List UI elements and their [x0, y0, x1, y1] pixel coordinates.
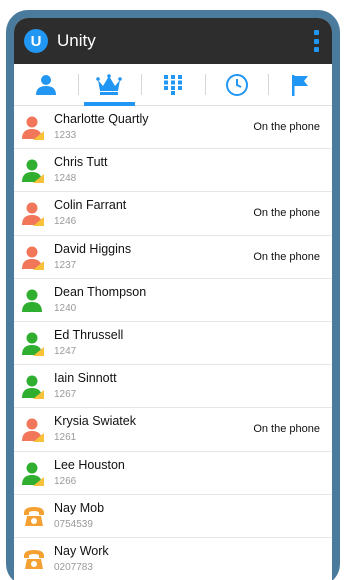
flag-icon	[292, 74, 309, 96]
contact-row[interactable]: Nay Mob 0754539	[14, 495, 332, 538]
tab-flags[interactable]	[268, 64, 332, 105]
contact-details: Nay Work 0207783	[54, 544, 109, 574]
contact-name: David Higgins	[54, 241, 132, 256]
contact-extension: 0754539	[54, 518, 93, 530]
contact-row[interactable]: Chris Tutt 1248	[14, 149, 332, 193]
clock-icon	[225, 73, 248, 96]
contact-extension: 1248	[54, 173, 77, 185]
contact-row[interactable]: Charlotte Quartly 1233 On the phone	[14, 106, 332, 150]
tab-bar	[14, 64, 332, 106]
contact-status: On the phone	[253, 121, 320, 133]
contact-name: Nay Work	[54, 543, 109, 558]
app-logo-icon: U	[24, 29, 48, 53]
contact-extension: 1246	[54, 216, 77, 228]
contact-extension: 1240	[54, 302, 77, 314]
app-bar: U Unity	[14, 18, 332, 64]
telephone-icon	[22, 547, 46, 573]
person-icon	[22, 374, 46, 400]
app-title: Unity	[57, 31, 96, 50]
contact-row[interactable]: Dean Thompson 1240	[14, 279, 332, 322]
contact-row[interactable]: Iain Sinnott 1267	[14, 365, 332, 409]
app-screen: U Unity Charlotte Quartly 1233 On the ph…	[14, 18, 332, 580]
tab-dialpad[interactable]	[141, 64, 205, 105]
device-frame: U Unity Charlotte Quartly 1233 On the ph…	[6, 10, 340, 580]
contact-name: Colin Farrant	[54, 198, 127, 213]
crown-icon	[96, 73, 123, 95]
contact-row[interactable]: Lee Houston 1266	[14, 452, 332, 495]
contact-extension: 1261	[54, 432, 77, 444]
person-icon	[22, 288, 46, 314]
tab-history[interactable]	[204, 64, 269, 105]
contact-details: Lee Houston 1266	[54, 458, 125, 488]
contact-extension: 1267	[54, 389, 77, 401]
person-icon	[22, 115, 46, 141]
contact-details: Charlotte Quartly 1233	[54, 112, 148, 142]
person-icon	[22, 417, 46, 443]
contact-extension: 1266	[54, 475, 77, 487]
contact-extension: 0207783	[54, 561, 93, 573]
person-icon	[35, 74, 56, 95]
contact-details: David Higgins 1237	[54, 242, 131, 272]
contact-name: Nay Mob	[54, 500, 105, 515]
contact-status: On the phone	[253, 250, 320, 263]
person-icon	[22, 245, 46, 271]
overflow-menu-icon[interactable]	[312, 30, 320, 52]
telephone-icon	[22, 504, 46, 530]
contact-extension: 1233	[54, 130, 77, 141]
contact-row[interactable]: Krysia Swiatek 1261 On the phone	[14, 408, 332, 452]
contact-details: Krysia Swiatek 1261	[54, 414, 136, 444]
contact-row[interactable]: Ed Thrussell 1247	[14, 322, 332, 366]
tab-favourites[interactable]	[77, 64, 142, 106]
contact-name: Chris Tutt	[54, 155, 108, 170]
contact-row[interactable]: David Higgins 1237 On the phone	[14, 236, 332, 279]
contact-extension: 1237	[54, 259, 77, 271]
tab-contacts[interactable]	[14, 64, 78, 105]
person-icon	[22, 201, 46, 227]
person-icon	[22, 331, 46, 357]
contact-details: Chris Tutt 1248	[54, 155, 108, 185]
contact-details: Ed Thrussell 1247	[54, 328, 123, 358]
contact-status: On the phone	[253, 207, 320, 220]
contact-status: On the phone	[253, 423, 320, 436]
contact-details: Dean Thompson 1240	[54, 285, 146, 315]
contact-details: Nay Mob 0754539	[54, 501, 104, 531]
contact-name: Krysia Swiatek	[54, 414, 136, 429]
contact-details: Iain Sinnott 1267	[54, 371, 117, 401]
person-icon	[22, 158, 46, 184]
contact-name: Dean Thompson	[54, 284, 147, 299]
contact-name: Iain Sinnott	[54, 371, 117, 386]
contact-row[interactable]: Colin Farrant 1246 On the phone	[14, 192, 332, 236]
contact-name: Ed Thrussell	[54, 327, 124, 342]
dialpad-icon	[163, 74, 182, 95]
contact-list: Charlotte Quartly 1233 On the phone Chris T…	[14, 106, 332, 580]
contact-row[interactable]: Nay Work 0207783	[14, 538, 332, 580]
person-icon	[22, 461, 46, 487]
contact-details: Colin Farrant 1246	[54, 198, 126, 228]
contact-name: Lee Houston	[54, 457, 125, 472]
contact-extension: 1247	[54, 345, 77, 357]
contact-name: Charlotte Quartly	[54, 112, 149, 126]
